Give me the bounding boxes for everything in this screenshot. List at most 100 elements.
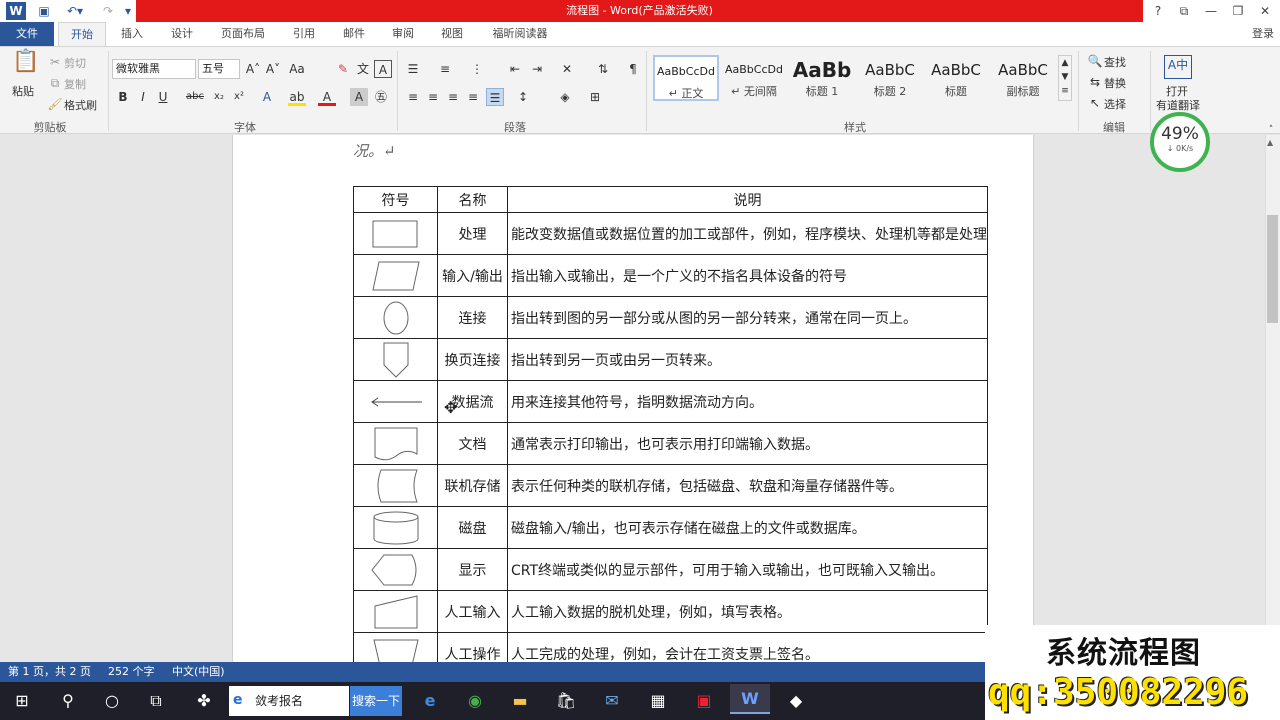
- find-button[interactable]: 查找: [1104, 54, 1126, 70]
- tab-insert[interactable]: 插入: [110, 22, 154, 46]
- word-app-icon[interactable]: W: [6, 2, 26, 20]
- app-dark-icon[interactable]: ◆: [776, 686, 816, 716]
- minimize-button[interactable]: —: [1196, 0, 1226, 22]
- save-icon[interactable]: ▣: [34, 2, 54, 20]
- customize-qat-icon[interactable]: ▾: [122, 2, 134, 20]
- format-painter-icon[interactable]: 🖌: [46, 95, 64, 113]
- decrease-indent-icon[interactable]: ⇤: [506, 60, 524, 78]
- browser-360-icon[interactable]: ◉: [455, 686, 495, 716]
- scrollbar-thumb[interactable]: [1267, 215, 1278, 323]
- style-title[interactable]: AaBbC 标题: [923, 55, 989, 101]
- file-explorer-icon[interactable]: ▬: [500, 686, 540, 716]
- subscript-icon[interactable]: x₂: [210, 88, 228, 106]
- format-painter-button[interactable]: 格式刷: [64, 97, 97, 113]
- tab-foxit[interactable]: 福昕阅读器: [484, 22, 556, 46]
- redo-icon[interactable]: ↷: [98, 2, 118, 20]
- cut-button[interactable]: 剪切: [64, 55, 86, 71]
- language-indicator[interactable]: 中文(中国): [172, 662, 225, 682]
- copy-icon[interactable]: ⧉: [46, 74, 64, 92]
- taskbar-search-button[interactable]: 搜索一下: [350, 686, 402, 716]
- translate-icon[interactable]: A中: [1164, 55, 1192, 79]
- tab-design[interactable]: 设计: [160, 22, 204, 46]
- start-icon[interactable]: ⊞: [2, 686, 42, 716]
- increase-indent-icon[interactable]: ⇥: [528, 60, 546, 78]
- calculator-icon[interactable]: ▦: [638, 686, 678, 716]
- style-heading2[interactable]: AaBbC 标题 2: [857, 55, 923, 101]
- paste-button[interactable]: 粘贴: [12, 83, 34, 99]
- cortana-icon[interactable]: ○: [92, 686, 132, 716]
- search-icon[interactable]: ⚲: [48, 686, 88, 716]
- italic-icon[interactable]: I: [134, 88, 152, 106]
- styles-scroll-icon[interactable]: ▲ ▼ ≡: [1058, 55, 1072, 101]
- cut-icon[interactable]: ✂: [46, 53, 64, 71]
- app-pinwheel-icon[interactable]: ✤: [184, 686, 224, 716]
- superscript-icon[interactable]: x²: [230, 88, 248, 106]
- maximize-button[interactable]: ❐: [1223, 0, 1253, 22]
- translate-youdao-label[interactable]: 有道翻译: [1156, 97, 1200, 113]
- show-marks-icon[interactable]: ¶: [624, 60, 642, 78]
- justify-icon[interactable]: ≡: [464, 88, 482, 106]
- multilevel-list-icon[interactable]: ⋮: [468, 60, 486, 78]
- network-speed-widget[interactable]: 49% ↓ 0K/s: [1150, 112, 1210, 172]
- taskbar-search-input[interactable]: 敛考报名: [229, 686, 349, 716]
- align-right-icon[interactable]: ≡: [444, 88, 462, 106]
- borders-icon[interactable]: ⊞: [586, 88, 604, 106]
- grow-font-icon[interactable]: A˄: [244, 60, 262, 78]
- store-icon[interactable]: 🛍: [546, 686, 586, 716]
- bullets-icon[interactable]: ☰: [404, 60, 422, 78]
- undo-icon[interactable]: ↶▾: [62, 2, 88, 20]
- page-count[interactable]: 第 1 页，共 2 页: [8, 662, 91, 682]
- tab-view[interactable]: 视图: [430, 22, 474, 46]
- edge-icon[interactable]: e: [410, 686, 450, 716]
- replace-button[interactable]: 替换: [1104, 75, 1126, 91]
- font-color-icon[interactable]: A: [318, 88, 336, 106]
- distributed-icon[interactable]: ☰: [486, 88, 504, 106]
- clear-format-icon[interactable]: ✎: [334, 60, 352, 78]
- style-no-spacing[interactable]: AaBbCcDd ↵ 无间隔: [721, 55, 787, 101]
- replace-icon[interactable]: ⇆: [1086, 73, 1104, 91]
- mail-icon[interactable]: ✉: [592, 686, 632, 716]
- find-icon[interactable]: 🔍: [1086, 52, 1104, 70]
- close-button[interactable]: ✕: [1250, 0, 1280, 22]
- app-red-icon[interactable]: ▣: [684, 686, 724, 716]
- word-taskbar-icon[interactable]: W: [730, 684, 770, 714]
- strikethrough-icon[interactable]: abc: [184, 88, 206, 106]
- tab-file[interactable]: 文件: [0, 22, 54, 46]
- scroll-up-icon[interactable]: ▲: [1267, 138, 1273, 147]
- select-icon[interactable]: ↖: [1086, 94, 1104, 112]
- style-subtitle[interactable]: AaBbC 副标题: [990, 55, 1056, 101]
- numbering-icon[interactable]: ≡: [436, 60, 454, 78]
- enclose-char-icon[interactable]: ㊄: [372, 88, 390, 106]
- phonetic-icon[interactable]: 文: [354, 60, 372, 78]
- flowchart-symbol-table[interactable]: 符号 名称 说明 处理 能改变数据值或数据位置的加工或部件，例如，程序模块、处理…: [353, 186, 988, 675]
- bold-icon[interactable]: B: [114, 88, 132, 106]
- tab-home[interactable]: 开始: [58, 22, 106, 46]
- paste-icon[interactable]: 📋: [12, 51, 39, 81]
- tab-references[interactable]: 引用: [282, 22, 326, 46]
- change-case-icon[interactable]: Aa: [288, 60, 306, 78]
- tab-mailings[interactable]: 邮件: [332, 22, 376, 46]
- text-effect-icon[interactable]: A: [258, 88, 276, 106]
- tab-review[interactable]: 审阅: [381, 22, 425, 46]
- font-name-box[interactable]: 微软雅黑: [112, 59, 196, 79]
- underline-icon[interactable]: U: [154, 88, 172, 106]
- select-button[interactable]: 选择: [1104, 96, 1126, 112]
- shrink-font-icon[interactable]: A˅: [264, 60, 282, 78]
- align-left-icon[interactable]: ≡: [404, 88, 422, 106]
- style-heading1[interactable]: AaBb 标题 1: [789, 55, 855, 101]
- copy-button[interactable]: 复制: [64, 76, 86, 92]
- tab-layout[interactable]: 页面布局: [212, 22, 274, 46]
- line-spacing-icon[interactable]: ↕: [514, 88, 532, 106]
- word-count[interactable]: 252 个字: [108, 662, 155, 682]
- signin-link[interactable]: 登录: [1248, 22, 1278, 46]
- task-view-icon[interactable]: ⧉: [136, 686, 176, 716]
- align-center-icon[interactable]: ≡: [424, 88, 442, 106]
- highlight-icon[interactable]: ab: [288, 88, 306, 106]
- style-normal[interactable]: AaBbCcDd ↵ 正文: [653, 55, 719, 101]
- char-border-icon[interactable]: A: [374, 60, 392, 78]
- sort-icon[interactable]: ⇅: [594, 60, 612, 78]
- chinese-layout-icon[interactable]: ✕: [558, 60, 576, 78]
- char-shading-icon[interactable]: A: [350, 88, 368, 106]
- font-size-box[interactable]: 五号: [198, 59, 240, 79]
- shading-icon[interactable]: ◈: [556, 88, 574, 106]
